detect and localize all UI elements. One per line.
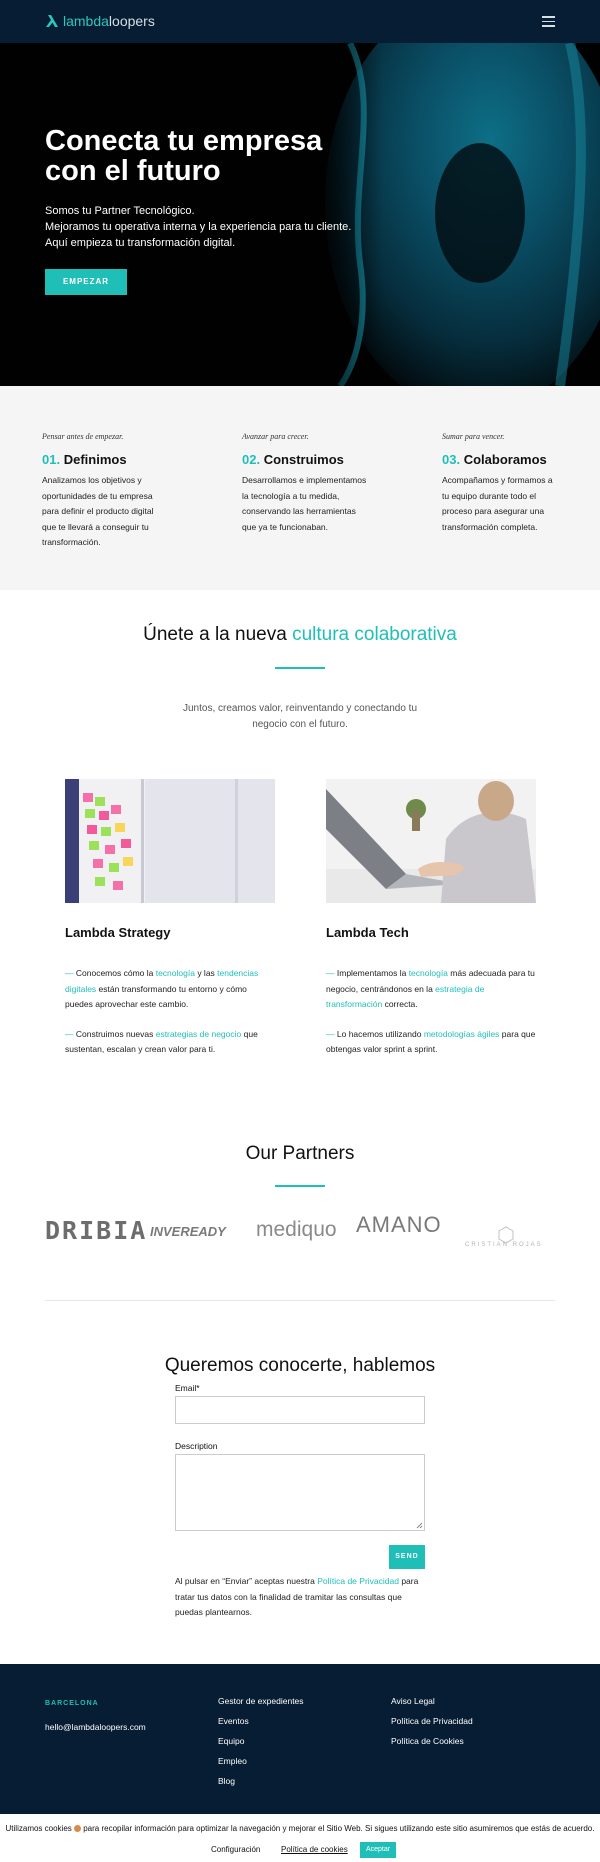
footer-link-gestor[interactable]: Gestor de expedientes [218,1696,304,1716]
culture-underline [275,667,325,669]
cookie-text: Utilizamos cookies para recopilar inform… [5,1824,595,1833]
step-text: Acompañamos y formamos a tu equipo duran… [442,475,553,532]
tech-title: Lambda Tech [326,925,409,940]
partner-logo-mediquo[interactable]: mediquo [256,1218,337,1242]
step-title: 03. Colaboramos [442,452,547,467]
footer-link-blog[interactable]: Blog [218,1776,304,1796]
step-title: 02. Construimos [242,452,344,467]
footer-email-link[interactable]: hello@lambdaloopers.com [45,1722,146,1732]
steps-section: Pensar antes de empezar. 01. Definimos A… [0,386,600,590]
culture-title: Únete a la nueva cultura colaborativa [143,624,457,645]
cookie-accept-button[interactable]: Aceptar [360,1842,396,1858]
footer-link-equipo[interactable]: Equipo [218,1736,304,1756]
step-text: Desarrollamos e implementamos la tecnolo… [242,475,367,532]
footer-link-aviso-legal[interactable]: Aviso Legal [391,1696,473,1716]
description-label: Description [175,1441,218,1451]
cookie-settings-link[interactable]: Configuración [211,1845,260,1854]
site-footer: BARCELONA hello@lambdaloopers.com Gestor… [0,1664,600,1814]
partner-logo-inveready[interactable]: INVEREADY [150,1224,226,1239]
partners-logos: DRIBIA INVEREADY mediquo AMANO CRISTIAN … [45,1212,555,1262]
footer-link-cookies[interactable]: Política de Cookies [391,1736,473,1756]
footer-links-column-2: Aviso Legal Política de Privacidad Polít… [391,1696,473,1756]
send-button[interactable]: SEND [389,1545,425,1569]
footer-links-column-1: Gestor de expedientes Eventos Equipo Emp… [218,1696,304,1796]
privacy-policy-link[interactable]: Política de Privacidad [317,1576,399,1586]
footer-city: BARCELONA [45,1700,99,1707]
hero-subtitle: Somos tu Partner Tecnológico. Mejoramos … [45,205,352,249]
step-build: Avanzar para crecer. 02. Construimos Des… [242,432,412,535]
step-title: 01. Definimos [42,452,127,467]
strategy-body: — Conocemos cómo la tecnología y las ten… [65,966,270,1072]
footer-link-privacidad[interactable]: Política de Privacidad [391,1716,473,1736]
hero-section: Conecta tu empresa con el futuro Somos tu… [0,43,600,386]
step-text: Analizamos los objetivos y oportunidades… [42,475,154,547]
step-kicker: Avanzar para crecer. [242,432,309,441]
cookie-policy-link[interactable]: Política de cookies [281,1845,348,1854]
tech-paragraph-1: — Implementamos la tecnología más adecua… [326,968,535,1009]
footer-link-eventos[interactable]: Eventos [218,1716,304,1736]
logo-text: lambdaloopers [63,13,155,29]
partners-underline [275,1185,325,1187]
cookie-banner: Utilizamos cookies para recopilar inform… [0,1814,600,1862]
start-button[interactable]: EMPEZAR [45,269,127,295]
description-textarea[interactable] [175,1454,425,1531]
hamburger-menu-icon[interactable] [542,16,555,27]
strategy-title: Lambda Strategy [65,925,171,940]
consent-text: Al pulsar en “Enviar” aceptas nuestra Po… [175,1576,419,1617]
email-label: Email* [175,1383,200,1393]
resize-handle-icon[interactable] [416,1522,423,1529]
footer-link-empleo[interactable]: Empleo [218,1756,304,1776]
lambda-logo-icon [46,15,58,27]
step-collaborate: Sumar para vencer. 03. Colaboramos Acomp… [442,432,600,535]
tech-image [326,779,536,903]
step-kicker: Sumar para vencer. [442,432,505,441]
hero-title: Conecta tu empresa con el futuro [45,125,323,187]
cookie-icon [74,1825,81,1833]
partners-title: Our Partners [245,1143,355,1164]
strategy-paragraph-1: — Conocemos cómo la tecnología y las ten… [65,968,259,1009]
contact-title: Queremos conocerte, hablemos [164,1355,436,1376]
strategy-paragraph-2: — Construimos nuevas estrategias de nego… [65,1028,258,1055]
culture-lede: Juntos, creamos valor, reinventando y co… [182,703,418,730]
section-divider [45,1300,555,1301]
partner-logo-amano[interactable]: AMANO [356,1212,442,1238]
step-define: Pensar antes de empezar. 01. Definimos A… [42,432,212,551]
cristian-rojas-mark-icon [498,1226,514,1244]
partner-logo-dribia[interactable]: DRIBIA [45,1216,147,1245]
strategy-image [65,779,275,903]
tech-paragraph-2: — Lo hacemos utilizando metodologías ági… [326,1028,536,1055]
step-kicker: Pensar antes de empezar. [42,432,124,441]
logo[interactable]: lambdaloopers [45,13,155,29]
site-header: lambdaloopers [0,0,600,43]
email-field[interactable] [175,1396,425,1424]
tech-body: — Implementamos la tecnología más adecua… [326,966,541,1072]
